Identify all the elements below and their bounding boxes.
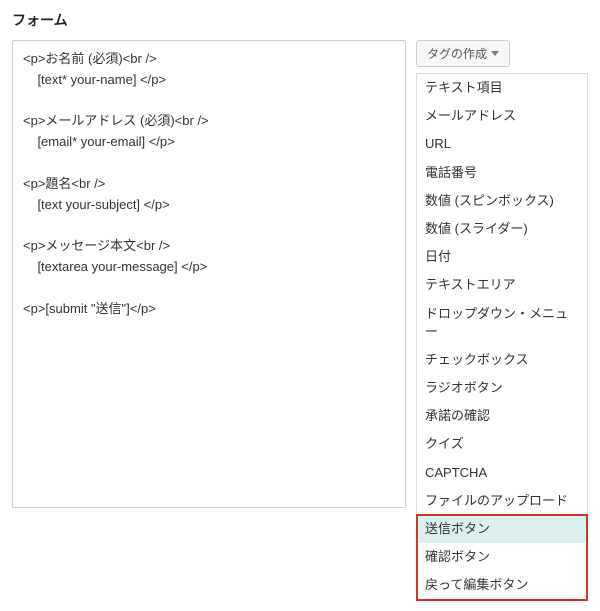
generate-tag-button[interactable]: タグの作成 (416, 40, 510, 67)
form-code-textarea[interactable] (12, 40, 406, 508)
tag-item[interactable]: 日付 (417, 243, 587, 271)
tag-item[interactable]: ファイルのアップロード (417, 487, 587, 515)
form-layout: タグの作成 テキスト項目メールアドレス URL 電話番号数値 (スピンボックス) 数値… (12, 40, 588, 601)
tag-item[interactable]: 送信ボタン (417, 515, 587, 543)
tag-item-label: クイズ (425, 436, 464, 451)
generate-tag-button-label: タグの作成 (427, 45, 487, 62)
tag-item[interactable]: CAPTCHA (417, 459, 587, 487)
tag-item-label: ラジオボタン (425, 380, 503, 395)
tag-type-list: テキスト項目メールアドレス URL 電話番号数値 (スピンボックス) 数値 (スライダ… (416, 73, 588, 601)
tag-item-label: 送信ボタン (425, 521, 490, 536)
form-editor-pane (12, 40, 406, 511)
tag-item[interactable]: ドロップダウン・メニュー (417, 300, 587, 346)
tag-item[interactable]: URL (417, 130, 587, 158)
tag-item-label: 確認ボタン (425, 549, 490, 564)
tag-item-label: 数値 (スライダー) (425, 221, 528, 236)
section-title: フォーム (12, 10, 588, 30)
tag-item[interactable]: テキスト項目 (417, 74, 587, 102)
tag-item-label: CAPTCHA (425, 465, 487, 480)
tag-item-label: 数値 (スピンボックス) (425, 193, 554, 208)
tag-item-label: テキストエリア (425, 277, 516, 292)
tag-item[interactable]: 数値 (スピンボックス) (417, 187, 587, 215)
tag-item[interactable]: 確認ボタン (417, 543, 587, 571)
tag-item[interactable]: チェックボックス (417, 346, 587, 374)
tag-item[interactable]: 電話番号 (417, 159, 587, 187)
tag-item-label: URL (425, 136, 451, 151)
tag-item-label: テキスト項目 (425, 80, 503, 95)
tag-item-label: 承諾の確認 (425, 408, 490, 423)
tag-item-label: ドロップダウン・メニュー (425, 306, 568, 339)
highlighted-tag-group: 送信ボタン確認ボタン戻って編集ボタン (417, 515, 587, 600)
tag-item-label: メールアドレス (425, 108, 516, 123)
tag-item-label: チェックボックス (425, 352, 529, 367)
tag-item[interactable]: ラジオボタン (417, 374, 587, 402)
tag-item[interactable]: 承諾の確認 (417, 402, 587, 430)
tag-item-label: ファイルのアップロード (425, 493, 568, 508)
tag-item[interactable]: クイズ (417, 430, 587, 458)
tag-item-label: 電話番号 (425, 165, 477, 180)
tag-item[interactable]: 戻って編集ボタン (417, 571, 587, 599)
tag-item[interactable]: テキストエリア (417, 271, 587, 299)
tag-item[interactable]: メールアドレス (417, 102, 587, 130)
tag-item[interactable]: 数値 (スライダー) (417, 215, 587, 243)
tag-item-label: 戻って編集ボタン (425, 577, 528, 592)
chevron-down-icon (491, 51, 499, 56)
tag-generator-pane: タグの作成 テキスト項目メールアドレス URL 電話番号数値 (スピンボックス) 数値… (416, 40, 588, 601)
tag-item-label: 日付 (425, 249, 451, 264)
